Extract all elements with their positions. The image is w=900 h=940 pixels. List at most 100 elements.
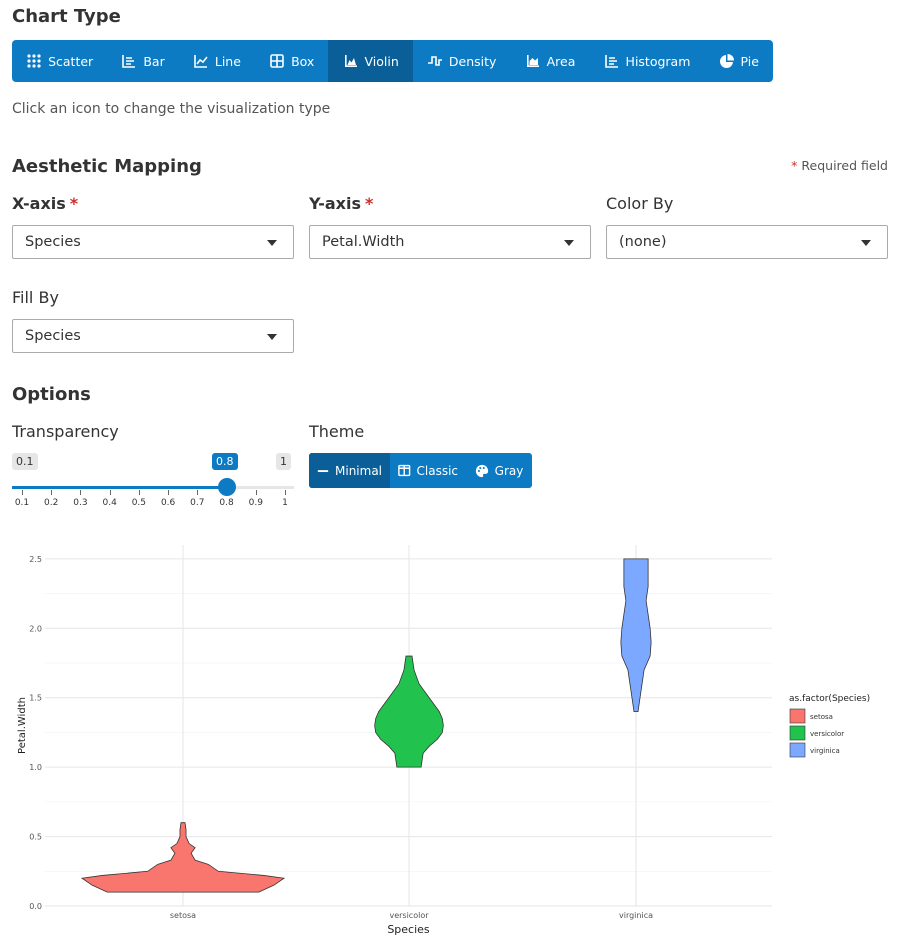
required-mark: * [69, 194, 79, 213]
slider-tick [51, 490, 53, 495]
bar-icon [122, 55, 136, 68]
minus-icon [317, 469, 329, 472]
y-tick-label: 2.0 [29, 624, 42, 633]
theme-label-text: Classic [416, 463, 459, 478]
violin-virginica [620, 558, 652, 713]
area-icon [526, 55, 539, 67]
x-tick-label: virginica [619, 911, 653, 920]
legend-label: setosa [810, 713, 833, 721]
chart-type-label: Pie [740, 53, 759, 69]
palette-icon [475, 464, 488, 477]
slider-tick-label: 0.7 [190, 498, 205, 508]
slider-tick-label: 1 [282, 498, 288, 508]
y-axis-value: Petal.Width [322, 234, 405, 250]
fill-by-value: Species [25, 328, 81, 344]
legend-swatch [789, 742, 806, 758]
chart-type-density-button[interactable]: Density [413, 40, 511, 82]
chart-type-label: Box [291, 53, 315, 69]
transparency-label: Transparency [12, 422, 119, 441]
slider-tick [22, 490, 23, 495]
y-axis-label: Y-axis * [309, 194, 373, 213]
slider-tick [138, 490, 140, 495]
aesthetic-heading: Aesthetic Mapping [12, 156, 202, 177]
slider-tick [197, 490, 199, 495]
slider-tick [109, 490, 111, 495]
chart-type-label: Histogram [625, 53, 691, 69]
chevron-down-icon [267, 240, 277, 246]
chart-type-box-button[interactable]: Box [255, 40, 328, 82]
chart-type-line-button[interactable]: Line [179, 40, 255, 82]
slider-tick-label: 0.6 [160, 498, 176, 508]
histogram-icon [604, 55, 618, 68]
x-axis-label-text: X-axis [12, 194, 66, 213]
pie-icon [719, 54, 734, 68]
chart-type-hint: Click an icon to change the visualizatio… [12, 101, 331, 117]
theme-minimal-button[interactable]: Minimal [309, 453, 391, 488]
required-note-text: Required field [801, 158, 888, 173]
x-axis-label: X-axis * [12, 194, 78, 213]
chart-type-bar-button[interactable]: Bar [107, 40, 179, 82]
slider-tick [285, 490, 286, 495]
legend-label: versicolor [810, 730, 844, 738]
legend-title: as.factor(Species) [789, 694, 870, 704]
theme-label: Theme [309, 422, 365, 441]
required-mark: * [365, 194, 374, 213]
theme-label-text: Minimal [335, 463, 383, 478]
chart-type-histogram-button[interactable]: Histogram [589, 40, 704, 82]
chart-type-violin-button[interactable]: Violin [328, 40, 413, 82]
slider-tick [168, 490, 170, 495]
fill-by-label: Fill By [12, 288, 59, 307]
columns-icon [398, 464, 411, 477]
y-tick-label: 1.5 [29, 694, 42, 703]
scatter-icon [27, 54, 41, 68]
y-axis-title: Petal.Width [17, 697, 28, 754]
chart-type-label: Scatter [48, 53, 94, 69]
x-axis-title: Species [387, 923, 430, 936]
x-axis-select[interactable]: Species [12, 225, 294, 259]
chart-type-label: Density [448, 53, 497, 69]
chart-type-label: Line [214, 53, 241, 69]
chart-type-label: Area [546, 53, 576, 69]
legend-swatch [789, 725, 806, 741]
slider-tick-label: 0.4 [102, 498, 117, 508]
required-field-note: * Required field [791, 158, 888, 173]
chart-type-label: Violin [364, 53, 399, 69]
y-axis-select[interactable]: Petal.Width [309, 225, 591, 259]
slider-tick-label: 0.1 [14, 498, 30, 508]
x-tick-label: setosa [170, 911, 196, 920]
chevron-down-icon [267, 334, 277, 340]
theme-button-group: Minimal Classic Gray [309, 453, 532, 488]
slider-tick-label: 0.3 [73, 498, 88, 508]
y-tick-label: 2.5 [29, 555, 42, 564]
slider-max-label: 1 [276, 453, 291, 470]
theme-gray-button[interactable]: Gray [466, 453, 532, 488]
chart-type-toolbar: Scatter Bar Line Box Violin Density Area… [12, 40, 773, 82]
color-by-select[interactable]: (none) [606, 225, 888, 259]
options-heading: Options [12, 384, 91, 405]
color-by-label: Color By [606, 194, 674, 213]
legend-swatch [789, 708, 806, 724]
violin-icon [344, 55, 357, 67]
slider-tick [80, 490, 82, 495]
line-icon [194, 55, 208, 68]
chart-type-label: Bar [143, 53, 165, 69]
slider-tick [255, 490, 257, 495]
color-by-value: (none) [619, 234, 667, 250]
legend-label: virginica [810, 747, 840, 755]
violin-plot: 0.0 0.5 1.0 1.5 2.0 2.5 setosa versicolor virgin… [17, 545, 870, 936]
theme-label-text: Gray [494, 463, 524, 478]
chart-type-pie-button[interactable]: Pie [704, 40, 773, 82]
slider-tick-label: 0.9 [248, 498, 263, 508]
slider-handle[interactable] [217, 478, 236, 496]
slider-min-label: 0.1 [12, 453, 38, 470]
chart-type-heading: Chart Type [12, 6, 121, 27]
fill-by-select[interactable]: Species [12, 319, 294, 353]
theme-classic-button[interactable]: Classic [390, 453, 466, 488]
y-tick-label: 0.0 [29, 902, 42, 911]
chart-type-scatter-button[interactable]: Scatter [12, 40, 107, 82]
y-tick-label: 1.0 [29, 763, 42, 772]
chart-type-area-button[interactable]: Area [511, 40, 590, 82]
slider-tick-label: 0.2 [44, 498, 59, 508]
slider-tick-label: 0.5 [131, 498, 147, 508]
slider-value-label: 0.8 [212, 453, 238, 470]
